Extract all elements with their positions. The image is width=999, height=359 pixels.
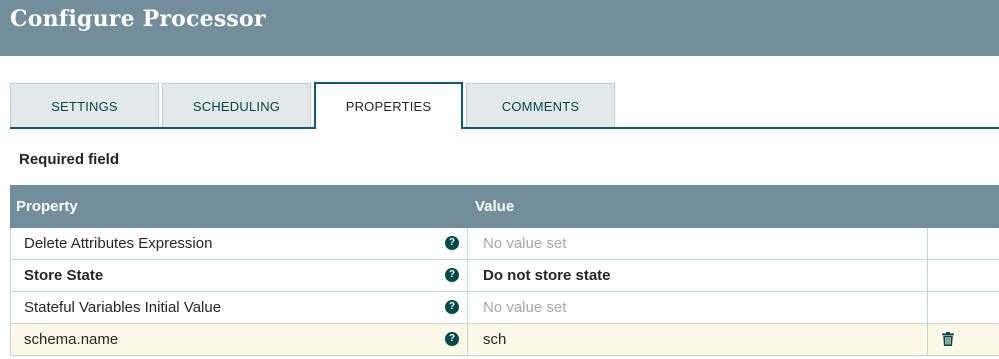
property-value-cell[interactable]: No value set [468,292,928,323]
question-circle-icon[interactable]: ? [445,332,459,346]
property-action-cell [928,292,999,323]
property-name: schema.name [24,331,119,348]
property-name: Store State [24,267,104,284]
property-value-cell[interactable]: sch [468,324,928,355]
tab-settings[interactable]: SETTINGS [10,83,159,128]
tab-properties[interactable]: PROPERTIES [314,82,463,129]
property-name: Delete Attributes Expression [24,235,213,252]
question-circle-icon[interactable]: ? [445,268,459,282]
property-value: No value set [483,235,567,252]
dialog-header: Configure Processor [0,0,999,56]
property-name: Stateful Variables Initial Value [24,299,222,316]
property-value: sch [483,331,507,348]
tab-comments[interactable]: COMMENTS [466,83,615,128]
property-action-cell [928,228,999,259]
property-name-cell: Delete Attributes Expression ? [10,228,468,259]
property-name-cell: Store State ? [10,260,468,291]
property-value-cell[interactable]: No value set [468,228,928,259]
question-circle-icon[interactable]: ? [445,236,459,250]
tab-underline [10,127,999,129]
property-name-cell: Stateful Variables Initial Value ? [10,292,468,323]
property-action-cell [928,324,999,355]
column-header-property[interactable]: Property [16,198,78,215]
table-row: schema.name ? sch [10,324,999,356]
grid-header: Property Value [10,185,999,228]
table-row: Delete Attributes Expression ? No value … [10,228,999,260]
property-value: No value set [483,299,567,316]
table-row: Stateful Variables Initial Value ? No va… [10,292,999,324]
property-value: Do not store state [483,267,611,284]
dialog-title: Configure Processor [10,6,266,32]
tab-scheduling[interactable]: SCHEDULING [162,83,311,128]
property-value-cell[interactable]: Do not store state [468,260,928,291]
required-field-label: Required field [19,151,120,168]
property-action-cell [928,260,999,291]
table-row: Store State ? Do not store state [10,260,999,292]
tab-bar: SETTINGS SCHEDULING PROPERTIES COMMENTS [10,82,999,129]
column-header-value[interactable]: Value [475,198,514,215]
trash-icon[interactable] [942,332,954,346]
properties-grid: Property Value Delete Attributes Express… [10,185,999,356]
question-circle-icon[interactable]: ? [445,300,459,314]
property-name-cell: schema.name ? [10,324,468,355]
